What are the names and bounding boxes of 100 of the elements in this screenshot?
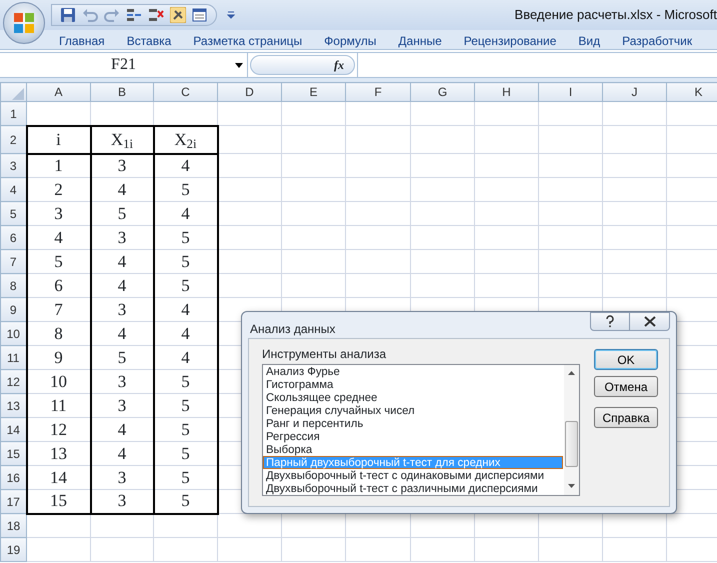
column-header[interactable]: B (90, 82, 154, 102)
row-number[interactable]: 12 (0, 370, 26, 394)
close-button[interactable] (630, 312, 670, 331)
question-mark-icon (605, 315, 615, 328)
row-number[interactable]: 11 (0, 346, 26, 370)
table-cell: 5 (154, 418, 218, 442)
dialog-title: Анализ данных (250, 321, 336, 338)
table-cell: 4 (90, 178, 154, 202)
table-cell: 4 (26, 226, 90, 250)
column-header[interactable]: I (538, 82, 602, 102)
table-cell: i (26, 126, 90, 154)
list-item[interactable]: Гистограмма (263, 378, 563, 391)
table-cell: 3 (90, 298, 154, 322)
row-number[interactable]: 6 (0, 226, 26, 250)
row-number[interactable]: 9 (0, 298, 26, 322)
list-item[interactable]: Ранг и персентиль (263, 417, 563, 430)
list-item[interactable]: Двухвыборочный t-тест с различными дисперсиями (263, 482, 563, 495)
table-cell: 6 (26, 274, 90, 298)
ribbon-tab[interactable]: Разработчик (611, 30, 704, 49)
office-logo-icon (13, 12, 35, 34)
list-item[interactable]: Анализ Фурье (263, 365, 563, 378)
column-header[interactable]: A (26, 82, 90, 102)
table-cell: 3 (90, 394, 154, 418)
column-header[interactable]: C (154, 82, 218, 102)
table-cell: 11 (26, 394, 90, 418)
column-header[interactable]: F (346, 82, 410, 102)
table-cell: 5 (154, 442, 218, 466)
table-cell: 5 (154, 178, 218, 202)
delete-rows-icon[interactable] (148, 7, 164, 23)
column-header[interactable]: J (602, 82, 666, 102)
table-cell: 4 (90, 274, 154, 298)
table-cell: 4 (90, 250, 154, 274)
column-header[interactable]: D (218, 82, 282, 102)
table-cell: 12 (26, 418, 90, 442)
name-box[interactable]: F21 (0, 53, 248, 77)
insert-rows-icon[interactable] (126, 7, 142, 23)
ribbon-tab[interactable]: Данные (387, 30, 453, 49)
column-header[interactable]: E (282, 82, 346, 102)
list-item[interactable]: Выборка (263, 443, 563, 456)
row-number[interactable]: 8 (0, 274, 26, 298)
table-cell: 4 (154, 322, 218, 346)
save-icon[interactable] (60, 7, 76, 23)
dialog-button[interactable]: OK (594, 349, 658, 370)
list-item[interactable]: Скользящее среднее (263, 391, 563, 404)
table-cell: 10 (26, 370, 90, 394)
table-cell: 4 (90, 442, 154, 466)
table-cell: 3 (26, 202, 90, 226)
ribbon-tab[interactable]: Главная (48, 30, 116, 49)
column-header[interactable]: G (410, 82, 474, 102)
row-number[interactable]: 7 (0, 250, 26, 274)
dropdown-caret-icon[interactable] (235, 63, 243, 68)
row-number[interactable]: 4 (0, 178, 26, 202)
row-number[interactable]: 19 (0, 538, 26, 562)
row-number[interactable]: 13 (0, 394, 26, 418)
help-button[interactable] (590, 312, 630, 331)
table-cell: 3 (90, 490, 154, 514)
table-cell: 15 (26, 490, 90, 514)
table-cell: 4 (154, 346, 218, 370)
table-cell: 3 (90, 154, 154, 178)
window-title: Введение расчеты.xlsx - Microsoft (514, 6, 717, 24)
column-header[interactable]: K (666, 82, 717, 102)
dialog-button[interactable]: Справка (594, 407, 658, 428)
triangle-icon (12, 88, 24, 100)
table-cell: 4 (154, 154, 218, 178)
row-number[interactable]: 10 (0, 322, 26, 346)
customize-toolbar-icon[interactable] (227, 11, 235, 19)
tools-list[interactable] (262, 364, 580, 496)
table-cell: 2 (26, 178, 90, 202)
list-label: Инструменты анализа (262, 346, 386, 363)
table-cell: X$_{2i}$ (154, 126, 218, 154)
insert-function-button[interactable]: fx (250, 55, 355, 75)
list-item[interactable]: Регрессия (263, 430, 563, 443)
ribbon-tab[interactable]: Рецензирование (452, 30, 568, 49)
list-item[interactable]: Генерация случайных чисел (263, 404, 563, 417)
list-item[interactable]: Двухвыборочный t-тест с одинаковыми дисперсиями (263, 469, 563, 482)
row-number[interactable]: 14 (0, 418, 26, 442)
ribbon-tab[interactable]: Вставка (116, 30, 182, 49)
row-number[interactable]: 17 (0, 490, 26, 514)
row-number[interactable]: 2 (0, 126, 26, 154)
dialog-button[interactable]: Отмена (594, 376, 658, 397)
table-cell: 5 (154, 226, 218, 250)
ribbon-tab[interactable]: Разметка страницы (182, 30, 314, 49)
row-number[interactable]: 16 (0, 466, 26, 490)
table-cell: 1 (26, 154, 90, 178)
table-cell: 5 (154, 490, 218, 514)
row-number[interactable]: 3 (0, 154, 26, 178)
table-cell: 3 (90, 466, 154, 490)
row-number[interactable]: 18 (0, 514, 26, 538)
row-number[interactable]: 1 (0, 102, 26, 126)
table-cell: 3 (90, 370, 154, 394)
table-cell: X$_{1i}$ (90, 126, 154, 154)
scrollbar[interactable] (564, 365, 579, 495)
row-number[interactable]: 5 (0, 202, 26, 226)
office-button[interactable] (3, 2, 45, 44)
table-cell: 5 (154, 466, 218, 490)
ribbon-tab[interactable]: Формулы (313, 30, 388, 49)
column-header[interactable]: H (474, 82, 538, 102)
row-number[interactable]: 15 (0, 442, 26, 466)
ribbon-tab[interactable]: Вид (567, 30, 612, 49)
form-icon[interactable] (192, 7, 208, 23)
